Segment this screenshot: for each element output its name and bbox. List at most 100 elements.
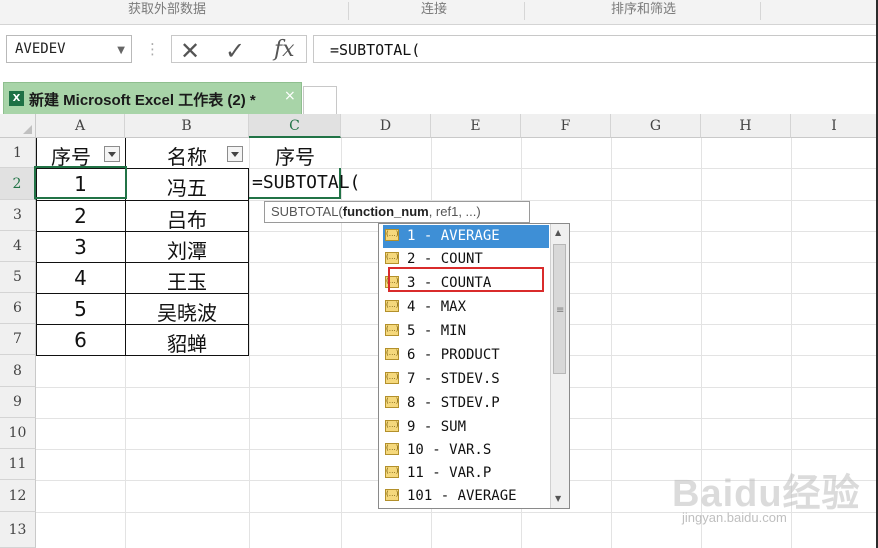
column-header-b[interactable]: B [125,114,249,138]
autocomplete-item-label: 7 - STDEV.S [407,371,500,387]
formula-input[interactable]: =SUBTOTAL( [313,35,878,63]
name-box[interactable]: AVEDEV ▼ [6,35,132,63]
active-cell-border-a2 [34,166,127,199]
drag-handle-icon[interactable]: ⋮ [145,40,160,58]
column-header-f[interactable]: F [521,114,611,138]
formula-buttons: ✕ ✓ fx [171,35,307,65]
table-cell-b7[interactable]: 貂蝉 [125,328,249,357]
tooltip-current-argument[interactable]: function_num [343,204,429,219]
row-header-7[interactable]: 7 [0,324,36,355]
scrollbar-thumb[interactable]: ≡ [553,244,566,374]
cancel-icon[interactable]: ✕ [180,37,200,65]
table-cell-a4[interactable]: 3 [36,235,125,259]
autocomplete-item[interactable]: (…) 10 - VAR.S [383,439,549,462]
autocomplete-item[interactable]: (…) 11 - VAR.P [383,462,549,485]
row-header-11[interactable]: 11 [0,449,36,480]
table-cell-a6[interactable]: 5 [36,297,125,321]
filter-dropdown-icon[interactable] [104,146,120,162]
autocomplete-scrollbar[interactable]: ▲ ≡ ▼ [550,224,569,508]
ribbon-group-get-external-data[interactable]: 获取外部数据 [128,0,206,20]
insert-function-icon[interactable]: fx [274,37,295,62]
column-header-h[interactable]: H [701,114,791,138]
autocomplete-item[interactable]: (…) 7 - STDEV.S [383,368,549,391]
table-cell-b4[interactable]: 刘潭 [125,235,249,264]
autocomplete-item-label: 2 - COUNT [407,251,483,267]
column-header-c[interactable]: C [249,114,341,138]
scroll-up-icon[interactable]: ▲ [555,228,561,237]
chevron-down-icon[interactable]: ▼ [117,45,125,56]
autocomplete-item[interactable]: (…) 8 - STDEV.P [383,392,549,415]
ribbon-group-connections[interactable]: 连接 [421,0,447,20]
baidu-jingyan-logo: Baidu经验 [672,473,861,515]
argument-value-icon: (…) [385,229,399,241]
autocomplete-item-label: 6 - PRODUCT [407,347,500,363]
autocomplete-item-label: 9 - SUM [407,419,467,435]
autocomplete-item-label: 11 - VAR.P [407,465,492,481]
formula-input-value: =SUBTOTAL( [330,41,421,59]
row-header-3[interactable]: 3 [0,200,36,231]
row-header-2[interactable]: 2 [0,168,36,200]
argument-value-icon: (…) [385,252,399,264]
row-header-9[interactable]: 9 [0,387,36,418]
column-header-i[interactable]: I [791,114,878,138]
row-header-13[interactable]: 13 [0,512,36,548]
row-header-12[interactable]: 12 [0,480,36,512]
row-header-6[interactable]: 6 [0,293,36,324]
header-cell-c1[interactable]: 序号 [249,141,341,170]
row-header-4[interactable]: 4 [0,231,36,262]
row-header-1[interactable]: 1 [0,138,36,168]
argument-value-icon: (…) [385,443,399,455]
table-cell-b5[interactable]: 王玉 [125,266,249,295]
column-header-e[interactable]: E [431,114,521,138]
autocomplete-item-label: 4 - MAX [407,299,467,315]
grip-icon: ≡ [556,305,565,316]
column-header-d[interactable]: D [341,114,431,138]
select-all-corner[interactable] [0,114,36,138]
filter-dropdown-icon[interactable] [227,146,243,162]
watermark-url: jingyan.baidu.com [682,510,787,525]
name-box-value: AVEDEV [15,41,66,57]
column-header-a[interactable]: A [36,114,125,138]
table-cell-b3[interactable]: 吕布 [125,204,249,233]
argument-value-icon: (…) [385,420,399,432]
argument-value-icon: (…) [385,396,399,408]
ribbon-group-sort-filter[interactable]: 排序和筛选 [611,0,676,20]
argument-value-icon: (…) [385,372,399,384]
autocomplete-item[interactable]: (…) 9 - SUM [383,416,549,439]
table-cell-a3[interactable]: 2 [36,204,125,228]
autocomplete-item[interactable]: (…) 1 - AVERAGE [383,225,549,248]
workbook-tab[interactable]: X 新建 Microsoft Excel 工作表 (2) * × [3,82,302,114]
autocomplete-item[interactable]: (…) 4 - MAX [383,296,549,319]
ribbon-separator [524,2,525,20]
function-signature-tooltip[interactable]: SUBTOTAL(function_num, ref1, ...) [264,201,530,223]
excel-file-icon: X [9,91,24,106]
new-tab-button[interactable] [303,86,337,114]
table-cell-a7[interactable]: 6 [36,328,125,352]
table-cell-a5[interactable]: 4 [36,266,125,290]
row-header-10[interactable]: 10 [0,418,36,449]
argument-value-icon: (…) [385,324,399,336]
scroll-down-icon[interactable]: ▼ [555,494,561,503]
column-header-g[interactable]: G [611,114,701,138]
close-icon[interactable]: × [284,88,296,104]
baidu-watermark: Baidu经验 jingyan.baidu.com [672,462,862,532]
autocomplete-item-label: 101 - AVERAGE [407,488,517,504]
enter-check-icon[interactable]: ✓ [225,37,245,65]
autocomplete-item[interactable]: (…) 6 - PRODUCT [383,344,549,367]
ribbon: 获取外部数据 连接 排序和筛选 [0,0,878,25]
row-header-8[interactable]: 8 [0,355,36,387]
row-header-5[interactable]: 5 [0,262,36,293]
autocomplete-item-label: 5 - MIN [407,323,467,339]
ribbon-separator [760,2,761,20]
argument-value-icon: (…) [385,300,399,312]
function-autocomplete-list[interactable]: (…) 1 - AVERAGE (…) 2 - COUNT (…) 3 - COUNT… [378,223,570,509]
argument-value-icon: (…) [385,489,399,501]
workbook-tab-title: 新建 Microsoft Excel 工作表 (2) * [29,92,256,109]
table-cell-b6[interactable]: 吴晓波 [125,297,249,326]
autocomplete-item-label: 8 - STDEV.P [407,395,500,411]
autocomplete-item-label: 1 - AVERAGE [407,228,500,244]
table-cell-b2[interactable]: 冯五 [125,172,249,201]
autocomplete-item[interactable]: (…) 101 - AVERAGE [383,485,549,508]
argument-value-icon: (…) [385,466,399,478]
autocomplete-item[interactable]: (…) 5 - MIN [383,320,549,343]
